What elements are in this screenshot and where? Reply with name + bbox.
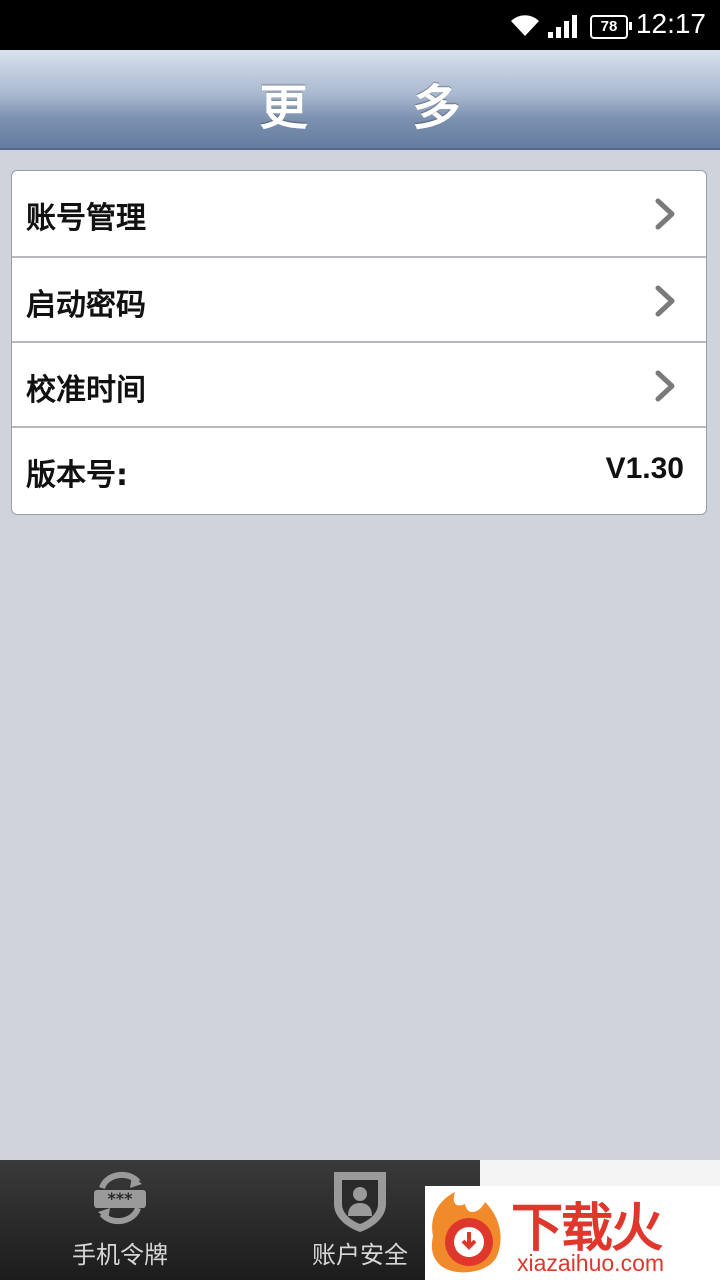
settings-item-label: 校准时间 [26,373,146,408]
signal-icon [548,15,577,38]
settings-item-calibrate-time[interactable]: 校准时间 [12,341,706,428]
chevron-right-icon [655,285,675,317]
wifi-icon [511,15,539,37]
version-value: V1.30 [605,452,684,485]
status-bar: 78 12:17 [0,0,720,50]
page-title: 更 多 [259,80,505,136]
svg-text:***: *** [107,1189,133,1208]
battery-level: 78 [600,18,618,35]
settings-item-startup-password[interactable]: 启动密码 [12,256,706,343]
version-label: 版本号: [26,458,128,493]
status-time: 12:17 [635,8,706,39]
battery-icon: 78 [590,15,632,39]
settings-list: 账号管理 启动密码 校准时间 版本号: V1.30 [11,170,707,515]
tab-label: 手机令牌 [72,1241,168,1269]
tab-mobile-token[interactable]: *** 手机令牌 [0,1160,240,1280]
watermark-domain: xiazaihuo.com [517,1250,665,1276]
watermark-logo: 下载火 xiazaihuo.com [425,1186,720,1280]
flame-logo-icon [431,1192,501,1273]
settings-item-version: 版本号: V1.30 [12,426,706,514]
chevron-right-icon [655,370,675,402]
settings-item-label: 账号管理 [26,201,146,236]
account-shield-icon [334,1172,386,1232]
settings-item-label: 启动密码 [26,288,146,323]
title-bar: 更 多 [0,50,720,150]
token-icon: *** [94,1171,146,1225]
chevron-right-icon [655,198,675,230]
settings-item-account-management[interactable]: 账号管理 [12,171,706,256]
